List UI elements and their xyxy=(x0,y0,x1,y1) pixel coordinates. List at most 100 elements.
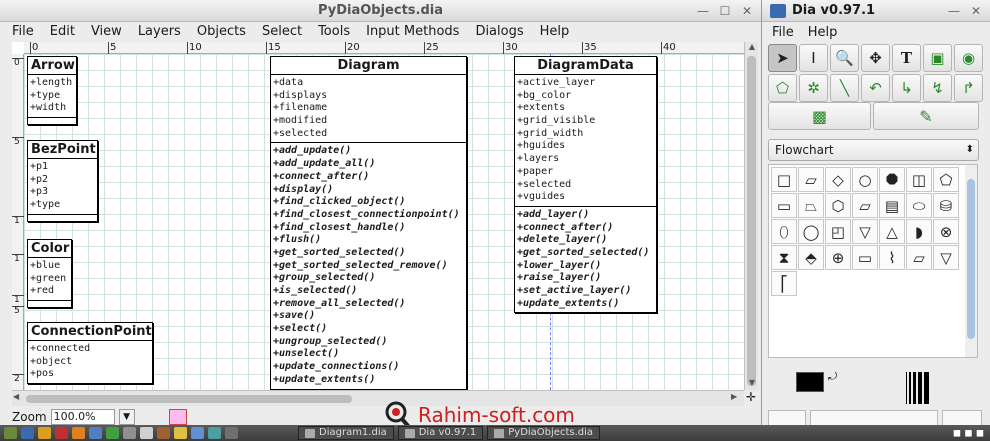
collate-shape-icon[interactable]: ⧗ xyxy=(771,245,797,270)
app-launcher-icon[interactable] xyxy=(225,427,238,439)
database-shape-icon[interactable]: ⛁ xyxy=(933,193,959,218)
menu-help[interactable]: Help xyxy=(540,24,570,39)
app-launcher-icon[interactable] xyxy=(4,427,17,439)
scroll-down-icon[interactable]: ▼ xyxy=(745,378,759,390)
menu-view[interactable]: View xyxy=(91,24,122,39)
menu-select[interactable]: Select xyxy=(262,24,302,39)
summing-junction-shape-icon[interactable]: ⊗ xyxy=(933,219,959,244)
scroll-right-icon[interactable]: ▶ xyxy=(731,392,743,401)
app-launcher-icon[interactable] xyxy=(208,427,221,439)
menu-layers[interactable]: Layers xyxy=(138,24,181,39)
taskbar-item-pydiaobjects[interactable]: PyDiaObjects.dia xyxy=(487,426,601,440)
taskbar-item-diagram1[interactable]: Diagram1.dia xyxy=(298,426,394,440)
line-tool-icon[interactable]: ╲ xyxy=(830,74,859,102)
offpage-shape-icon[interactable]: ⬠ xyxy=(933,167,959,192)
sheet-selector[interactable]: Flowchart ⬍ xyxy=(768,139,979,161)
preparation-shape-icon[interactable]: ⬡ xyxy=(825,193,851,218)
app-launcher-icon[interactable] xyxy=(123,427,136,439)
main-titlebar[interactable]: PyDiaObjects.dia — ☐ ✕ xyxy=(0,0,761,22)
snap-to-grid-icon[interactable] xyxy=(168,408,187,425)
foreground-color-swatch[interactable] xyxy=(796,372,824,392)
menu-input-methods[interactable]: Input Methods xyxy=(366,24,459,39)
app-launcher-icon[interactable] xyxy=(140,427,153,439)
punched-tape-shape-icon[interactable]: ⌇ xyxy=(879,245,905,270)
zoom-input[interactable]: 100.0% xyxy=(50,408,115,425)
ellipse-shape-icon[interactable]: ○ xyxy=(852,167,878,192)
app-launcher-icon[interactable] xyxy=(55,427,68,439)
navigation-cross-icon[interactable]: ✛ xyxy=(744,390,758,406)
polygon-tool-icon[interactable]: ⬠ xyxy=(768,74,797,102)
document-shape-icon[interactable]: ▭ xyxy=(771,193,797,218)
chevron-down-icon[interactable]: ▼ xyxy=(118,408,135,425)
uml-class-diagramdata[interactable]: DiagramData +active_layer +bg_color +exten… xyxy=(514,56,657,314)
close-icon[interactable]: ✕ xyxy=(739,3,755,19)
transaction-file-shape-icon[interactable]: ▱ xyxy=(906,245,932,270)
text-edit-tool-icon[interactable]: I xyxy=(799,44,828,72)
offline-storage-shape-icon[interactable]: ▽ xyxy=(933,245,959,270)
arrow-start-selector[interactable] xyxy=(768,410,806,426)
or-shape-icon[interactable]: ⊕ xyxy=(825,245,851,270)
uml-class-diagram[interactable]: Diagram +data +displays +filename +modified… xyxy=(270,56,467,390)
parallelogram-shape-icon[interactable]: ▱ xyxy=(798,167,824,192)
minimize-icon[interactable]: — xyxy=(695,3,711,19)
box-tool-icon[interactable]: ▣ xyxy=(923,44,952,72)
scroll-left-icon[interactable]: ◀ xyxy=(13,392,25,401)
diamond-shape-icon[interactable]: ◇ xyxy=(825,167,851,192)
pointer-tool-icon[interactable]: ➤ xyxy=(768,44,797,72)
toolbox-titlebar[interactable]: Dia v0.97.1 — ✕ xyxy=(762,0,990,22)
polyline-tool-icon[interactable]: ↯ xyxy=(923,74,952,102)
ellipse-tool-icon[interactable]: ◉ xyxy=(954,44,983,72)
menu-help[interactable]: Help xyxy=(808,25,838,40)
uml-class-connectionpoint[interactable]: ConnectionPoint +connected +object +pos xyxy=(27,322,153,385)
app-launcher-icon[interactable] xyxy=(21,427,34,439)
horizontal-scrollbar[interactable]: ◀ ▶ xyxy=(12,390,744,406)
predefined-process-shape-icon[interactable]: ▤ xyxy=(879,193,905,218)
close-icon[interactable]: ✕ xyxy=(968,3,984,19)
vertical-scrollbar[interactable]: ▲ ▼ xyxy=(744,42,758,390)
menu-file[interactable]: File xyxy=(12,24,34,39)
scroll-thumb[interactable] xyxy=(26,395,352,403)
uml-class-color[interactable]: Color +blue +green +red xyxy=(27,239,72,309)
app-launcher-icon[interactable] xyxy=(72,427,85,439)
shape-palette-scrollbar[interactable] xyxy=(965,165,977,357)
manual-input-shape-icon[interactable]: ⏥ xyxy=(852,193,878,218)
zigzag-tool-icon[interactable]: ↳ xyxy=(892,74,921,102)
internal-storage-shape-icon[interactable]: ◰ xyxy=(825,219,851,244)
uml-class-bezpoint[interactable]: BezPoint +p1 +p2 +p3 +type xyxy=(27,140,98,222)
annotation-shape-icon[interactable]: ⎡ xyxy=(771,271,797,296)
trapezoid-shape-icon[interactable]: ⏢ xyxy=(798,193,824,218)
delay-shape-icon[interactable]: ◗ xyxy=(906,219,932,244)
extract-shape-icon[interactable]: △ xyxy=(879,219,905,244)
outline-tool-icon[interactable]: ✎ xyxy=(873,102,979,130)
bezier-tool-icon[interactable]: ↱ xyxy=(954,74,983,102)
box-shape-icon[interactable]: □ xyxy=(771,167,797,192)
stored-data-shape-icon[interactable]: ◫ xyxy=(906,167,932,192)
arc-tool-icon[interactable]: ↶ xyxy=(861,74,890,102)
menu-tools[interactable]: Tools xyxy=(318,24,350,39)
app-launcher-icon[interactable] xyxy=(89,427,102,439)
menu-file[interactable]: File xyxy=(772,25,794,40)
app-launcher-icon[interactable] xyxy=(38,427,51,439)
taskbar-item-dia[interactable]: Dia v0.97.1 xyxy=(397,426,484,440)
scroll-up-icon[interactable]: ▲ xyxy=(745,42,759,54)
punched-card-shape-icon[interactable]: ▭ xyxy=(852,245,878,270)
image-tool-icon[interactable]: ▩ xyxy=(768,102,871,130)
app-launcher-icon[interactable] xyxy=(106,427,119,439)
display-shape-icon[interactable]: ⬯ xyxy=(771,219,797,244)
scroll-thumb[interactable] xyxy=(747,56,756,386)
maximize-icon[interactable]: ☐ xyxy=(717,3,733,19)
merge-shape-icon[interactable]: ▽ xyxy=(852,219,878,244)
scroll-tool-icon[interactable]: ✥ xyxy=(861,44,890,72)
uml-class-arrow[interactable]: Arrow +length +type +width xyxy=(27,56,77,126)
arrow-end-selector[interactable] xyxy=(942,410,982,426)
app-launcher-icon[interactable] xyxy=(191,427,204,439)
diagram-canvas[interactable]: 0 5 10 15 20 25 30 35 40 0 5 1 1 1 5 2 A… xyxy=(12,42,744,390)
line-width-selector[interactable] xyxy=(906,372,940,404)
app-launcher-icon[interactable] xyxy=(174,427,187,439)
connector-shape-icon[interactable]: ◯ xyxy=(798,219,824,244)
terminal-shape-icon[interactable]: ⬭ xyxy=(906,193,932,218)
octagon-shape-icon[interactable]: ⯃ xyxy=(879,167,905,192)
sort-shape-icon[interactable]: ⬘ xyxy=(798,245,824,270)
menu-objects[interactable]: Objects xyxy=(197,24,246,39)
magnify-tool-icon[interactable]: 🔍 xyxy=(830,44,859,72)
